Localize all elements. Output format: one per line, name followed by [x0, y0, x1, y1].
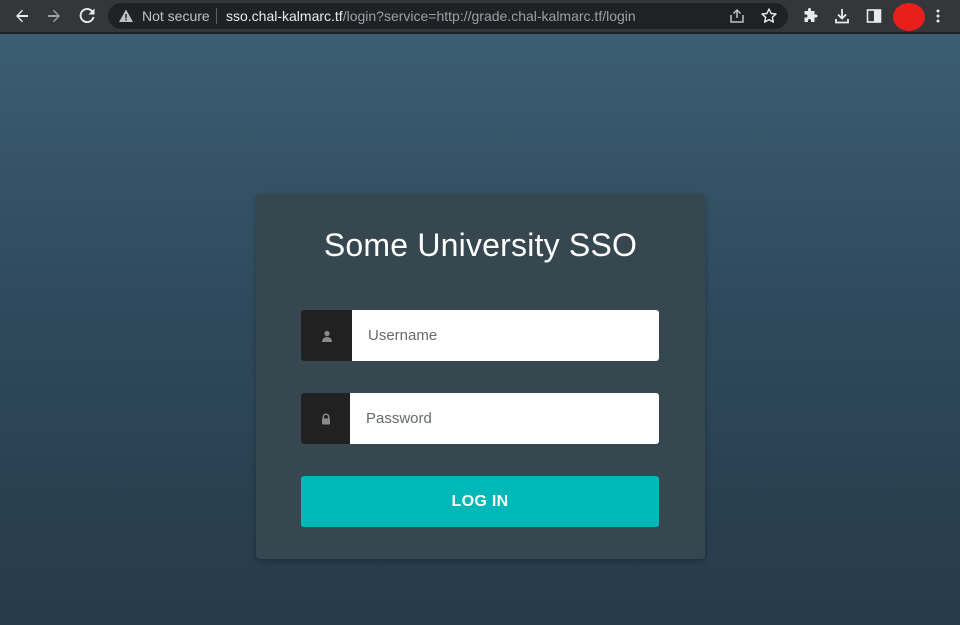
- password-input[interactable]: [350, 393, 659, 444]
- username-input[interactable]: [352, 310, 659, 361]
- puzzle-icon[interactable]: [798, 5, 822, 27]
- url-path: /login?service=http://grade.chal-kalmarc…: [342, 8, 636, 24]
- user-icon: [301, 310, 352, 361]
- star-icon[interactable]: [760, 7, 778, 25]
- address-divider: [216, 8, 217, 24]
- url-host: sso.chal-kalmarc.tf: [226, 8, 343, 24]
- share-icon[interactable]: [728, 7, 746, 25]
- browser-toolbar: Not secure sso.chal-kalmarc.tf/login?ser…: [0, 0, 960, 33]
- username-field: [301, 310, 659, 361]
- page-title: Some University SSO: [323, 227, 638, 263]
- warning-icon[interactable]: [118, 8, 134, 24]
- password-field: [301, 393, 659, 444]
- profile-avatar[interactable]: [893, 3, 925, 31]
- side-panel-icon[interactable]: [862, 5, 886, 27]
- page-background: Some University SSO LOG IN: [0, 34, 960, 625]
- forward-arrow-icon[interactable]: [42, 5, 66, 27]
- url-text[interactable]: sso.chal-kalmarc.tf/login?service=http:/…: [226, 8, 636, 24]
- address-bar[interactable]: Not secure sso.chal-kalmarc.tf/login?ser…: [108, 3, 788, 29]
- lock-icon: [301, 393, 350, 444]
- login-button[interactable]: LOG IN: [301, 476, 659, 527]
- kebab-menu-icon[interactable]: [926, 5, 950, 27]
- back-arrow-icon[interactable]: [10, 5, 34, 27]
- security-status-label[interactable]: Not secure: [142, 8, 210, 24]
- download-icon[interactable]: [830, 5, 854, 27]
- login-card: Some University SSO LOG IN: [256, 194, 705, 559]
- reload-icon[interactable]: [75, 5, 99, 27]
